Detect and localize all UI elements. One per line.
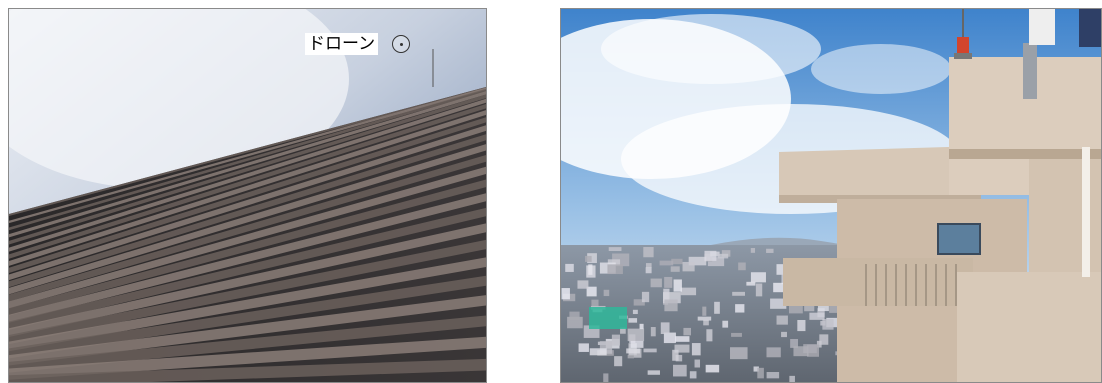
tower-upward-photo: ドローン — [8, 8, 487, 383]
drone-annotation: ドローン — [305, 33, 411, 55]
rooftop-city-image — [561, 9, 1101, 382]
drone-label: ドローン — [305, 33, 379, 55]
tower-upward-image — [9, 9, 486, 382]
drone-marker-icon — [392, 35, 411, 53]
rooftop-city-photo — [560, 8, 1102, 383]
